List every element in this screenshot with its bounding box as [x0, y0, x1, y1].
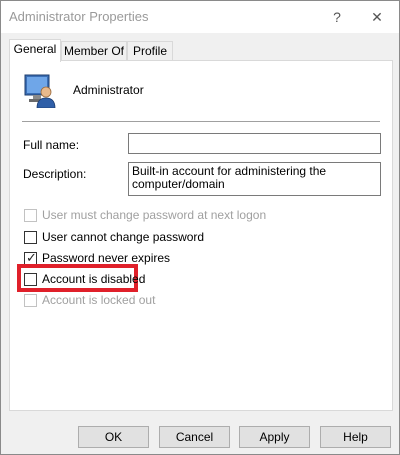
tab-general[interactable]: General — [9, 39, 61, 62]
properties-window: Administrator Properties ? ✕ General Mem… — [0, 0, 400, 455]
general-tab-panel: Administrator Full name: Description: Bu… — [9, 60, 393, 411]
checkbox-box — [24, 294, 37, 307]
cancel-button[interactable]: Cancel — [159, 426, 230, 448]
tab-member-of[interactable]: Member Of — [61, 41, 127, 61]
title-bar[interactable]: Administrator Properties ? ✕ — [1, 1, 399, 33]
close-icon[interactable]: ✕ — [359, 5, 395, 29]
checkbox-label: User must change password at next logon — [42, 208, 267, 222]
checkbox-label[interactable]: Account is disabled — [42, 272, 145, 286]
checkbox-label: Account is locked out — [42, 293, 156, 307]
window-title: Administrator Properties — [9, 9, 149, 24]
description-label: Description: — [23, 167, 87, 181]
user-account-icon — [24, 74, 56, 108]
separator — [22, 121, 380, 122]
description-field[interactable]: Built-in account for administering the c… — [128, 162, 381, 196]
ok-button[interactable]: OK — [78, 426, 149, 448]
help-icon[interactable]: ? — [319, 5, 355, 29]
help-button[interactable]: Help — [320, 426, 391, 448]
full-name-label: Full name: — [23, 138, 80, 152]
checkbox-box[interactable] — [24, 273, 37, 286]
full-name-field[interactable] — [128, 133, 381, 154]
checkbox-label[interactable]: Password never expires — [42, 251, 170, 265]
apply-button[interactable]: Apply — [239, 426, 310, 448]
checkbox-box[interactable] — [24, 231, 37, 244]
account-name: Administrator — [73, 83, 144, 97]
checkbox-label[interactable]: User cannot change password — [42, 230, 204, 244]
tab-profile[interactable]: Profile — [127, 41, 173, 61]
checkbox-box — [24, 209, 37, 222]
